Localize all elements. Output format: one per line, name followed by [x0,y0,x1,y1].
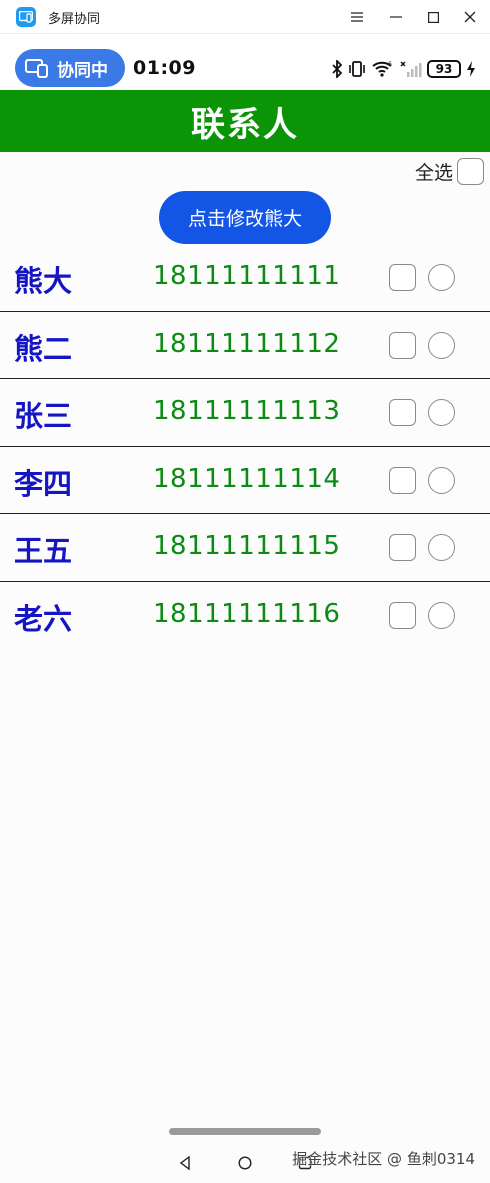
contact-checkbox[interactable] [389,264,416,291]
select-all: 全选 [415,157,484,185]
devices-icon [25,59,48,78]
phone-status-bar: 协同中 01:09 6 93 [0,34,490,90]
contact-radio[interactable] [428,331,455,359]
select-all-label: 全选 [414,161,453,184]
contact-checkbox[interactable] [389,399,416,426]
charging-icon [467,61,475,77]
contact-checkbox[interactable] [389,466,416,494]
back-icon[interactable] [174,1152,196,1174]
contact-radio[interactable] [428,534,455,561]
contact-row: 李四 18111111114 [0,447,490,514]
watermark: 掘金技术社区 @ 鱼刺0314 [292,1150,475,1168]
contact-name: 熊大 [14,264,73,298]
contact-radio[interactable] [428,466,455,494]
contact-phone: 18111111113 [153,396,341,426]
contact-checkbox[interactable] [389,534,416,561]
bluetooth-icon [332,60,343,78]
contact-phone: 18111111115 [153,531,341,561]
select-all-checkbox[interactable] [457,157,484,185]
menu-icon[interactable] [338,0,376,34]
contact-row: 王五 18111111115 [0,514,490,582]
collaboration-label: 协同中 [57,60,108,81]
contact-name: 老六 [14,601,73,636]
status-time: 01:09 [133,57,196,79]
contact-name: 王五 [14,534,73,568]
battery-icon: 93 [427,60,461,78]
contact-list: 熊大 18111111111 熊二 18111111112 张三 1811111… [0,244,490,649]
window-title: 多屏协同 [48,12,101,27]
contact-row: 老六 18111111116 [0,582,490,650]
contact-name: 熊二 [14,331,73,366]
contact-row: 张三 18111111113 [0,379,490,447]
minimize-icon[interactable] [377,0,415,34]
home-icon[interactable] [234,1152,256,1174]
contact-name: 张三 [14,399,73,433]
page-header: 联系人 [0,90,490,152]
contact-row: 熊二 18111111112 [0,312,490,379]
gesture-bar[interactable] [169,1128,321,1135]
maximize-icon[interactable] [414,0,452,34]
modify-xiongda-button[interactable]: 点击修改熊大 [159,191,331,244]
contact-checkbox[interactable] [389,601,416,629]
signal-icon [400,61,422,77]
contact-radio[interactable] [428,399,455,426]
contact-radio[interactable] [428,601,455,629]
contact-checkbox[interactable] [389,331,416,359]
contact-phone: 18111111116 [153,598,341,629]
contact-phone: 18111111114 [153,463,341,494]
page-title: 联系人 [191,104,299,145]
close-icon[interactable] [451,0,489,34]
contact-phone: 18111111112 [153,328,341,359]
contact-row: 熊大 18111111111 [0,244,490,312]
contact-radio[interactable] [428,264,455,291]
contact-phone: 18111111111 [153,261,341,291]
contact-name: 李四 [14,466,73,501]
wifi-icon: 6 [372,61,392,77]
collaboration-pill[interactable]: 协同中 [15,49,125,87]
window-titlebar: 多屏协同 [0,0,490,34]
svg-text:6: 6 [388,61,392,68]
vibrate-icon [349,61,365,77]
status-icons: 6 93 [331,58,476,80]
multi-screen-app-icon [16,7,36,27]
